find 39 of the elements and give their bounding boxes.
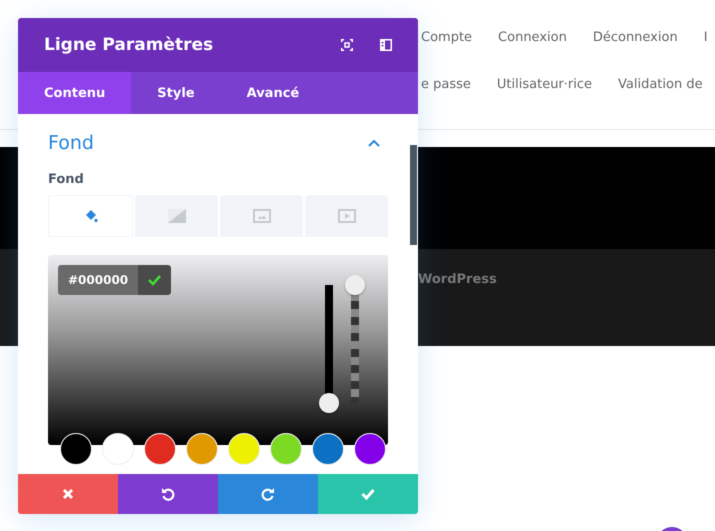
- gradient-icon: [168, 209, 186, 223]
- section-title: Fond: [48, 132, 94, 154]
- redo-icon: [261, 487, 275, 501]
- color-picker-area[interactable]: #000000: [48, 255, 388, 445]
- hex-input-field[interactable]: #000000: [58, 265, 138, 295]
- slider-thumb[interactable]: [319, 393, 339, 413]
- nav-link[interactable]: Déconnexion: [592, 30, 678, 48]
- banner-text: WordPress: [418, 272, 497, 287]
- field-label: Fond: [48, 172, 84, 187]
- panel-title: Ligne Paramètres: [44, 35, 214, 55]
- nav-link[interactable]: Compte: [421, 30, 472, 48]
- nav-link[interactable]: Utilisateur·rice: [496, 77, 592, 95]
- tab[interactable]: Avancé: [220, 72, 326, 114]
- tab[interactable]: Style: [131, 72, 221, 114]
- nav-link[interactable]: I: [704, 30, 708, 48]
- paint-bucket-icon: [84, 209, 98, 223]
- close-icon: [62, 488, 74, 500]
- nav-link[interactable]: Connexion: [498, 30, 567, 48]
- color-swatch[interactable]: [270, 433, 302, 465]
- video-icon: [338, 209, 356, 223]
- color-swatch[interactable]: [186, 433, 218, 465]
- color-swatch[interactable]: [102, 433, 134, 465]
- color-swatch[interactable]: [144, 433, 176, 465]
- color-swatch[interactable]: [312, 433, 344, 465]
- slider-thumb[interactable]: [345, 275, 365, 295]
- color-swatch[interactable]: [228, 433, 260, 465]
- scrollbar[interactable]: [410, 145, 417, 245]
- undo-icon: [161, 487, 175, 501]
- tab[interactable]: Contenu: [18, 72, 132, 114]
- image-icon: [252, 209, 270, 223]
- fullscreen-icon[interactable]: [341, 39, 353, 51]
- color-swatch[interactable]: [60, 433, 92, 465]
- check-icon[interactable]: [138, 265, 171, 295]
- sidebar-icon[interactable]: [380, 39, 392, 51]
- color-swatch[interactable]: [354, 433, 386, 465]
- nav-link[interactable]: Validation de: [618, 77, 703, 95]
- chevron-icon[interactable]: [368, 139, 380, 147]
- nav-link[interactable]: e passe: [421, 77, 471, 95]
- check-icon: [361, 488, 375, 500]
